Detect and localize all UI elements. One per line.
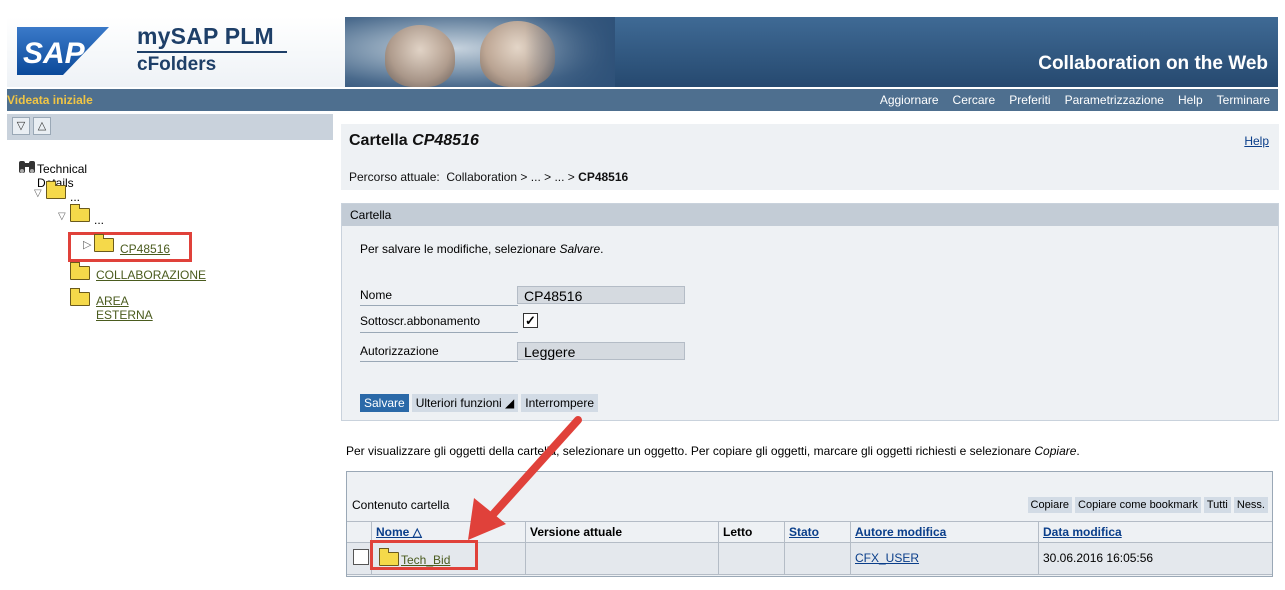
select-column-header	[347, 521, 372, 543]
info-text: Per visualizzare gli oggetti della carte…	[346, 444, 1080, 458]
row-checkbox[interactable]	[353, 549, 369, 565]
column-header-status[interactable]: Stato	[785, 521, 851, 543]
row-read-cell	[719, 543, 785, 575]
product-name: mySAP PLM	[137, 23, 274, 49]
folder-open-icon	[94, 234, 114, 252]
binoculars-icon	[19, 161, 35, 173]
nav-refresh[interactable]: Aggiornare	[880, 93, 939, 107]
table-caption: Contenuto cartella	[352, 498, 450, 512]
info-text-suffix: .	[1076, 444, 1080, 458]
column-header-author[interactable]: Autore modifica	[851, 521, 1039, 543]
breadcrumb-label: Percorso attuale:	[349, 170, 440, 184]
select-all-button[interactable]: Tutti	[1203, 497, 1231, 513]
tagline: Collaboration on the Web	[1038, 53, 1268, 74]
divider	[360, 305, 518, 306]
top-navigation: Aggiornare Cercare Preferiti Parametrizz…	[866, 93, 1270, 107]
name-field[interactable]: CP48516	[517, 286, 685, 304]
authorization-label: Autorizzazione	[360, 344, 439, 358]
sap-logo: SAP	[17, 27, 109, 75]
tree-item-selected[interactable]: CP48516	[120, 242, 170, 256]
hint-text: Per salvare le modifiche, selezionare	[360, 242, 557, 256]
row-status-cell	[785, 543, 851, 575]
row-date-cell: 30.06.2016 16:05:56	[1039, 543, 1272, 575]
row-version-cell	[526, 543, 719, 575]
copy-button[interactable]: Copiare	[1027, 497, 1073, 513]
expand-all-icon[interactable]: ▽	[12, 117, 30, 135]
breadcrumb: Percorso attuale: Collaboration > ... > …	[349, 170, 628, 184]
breadcrumb-current: CP48516	[578, 170, 629, 184]
copy-as-bookmark-button[interactable]: Copiare come bookmark	[1075, 497, 1201, 513]
authorization-field[interactable]: Leggere	[517, 342, 685, 360]
row-author-cell: CFX_USER	[851, 543, 1039, 575]
folder-icon	[70, 262, 90, 280]
row-author-link[interactable]: CFX_USER	[855, 551, 919, 565]
hint-action: Salvare	[559, 242, 601, 256]
brand-divider	[137, 51, 287, 53]
column-header-version: Versione attuale	[526, 521, 719, 543]
name-label: Nome	[360, 288, 393, 302]
form-section-title: Cartella	[342, 204, 1278, 226]
home-link[interactable]: Videata iniziale	[7, 93, 93, 107]
highlight-box	[370, 540, 478, 570]
table-actions: Copiare Copiare come bookmark Tutti Ness…	[1027, 497, 1268, 513]
folder-form: Cartella Per salvare le modifiche, selez…	[341, 203, 1279, 421]
collapse-triangle-icon[interactable]: ▽	[34, 188, 42, 199]
nav-help[interactable]: Help	[1178, 93, 1203, 107]
collapse-all-icon[interactable]: △	[33, 117, 51, 135]
subscription-checkbox[interactable]: ✓	[523, 313, 538, 328]
expand-triangle-icon[interactable]: ▷	[83, 238, 91, 251]
column-header-read: Letto	[719, 521, 785, 543]
form-hint: Per salvare le modifiche, selezionare Sa…	[360, 242, 603, 256]
page-title-prefix: Cartella	[349, 132, 408, 149]
page-title-name: CP48516	[412, 132, 479, 149]
app-banner: SAP mySAP PLM cFolders Collaboration on …	[7, 17, 1278, 87]
cancel-button[interactable]: Interrompere	[521, 394, 598, 412]
folder-icon	[70, 288, 90, 306]
column-header-date[interactable]: Data modifica	[1039, 521, 1272, 543]
nav-settings[interactable]: Parametrizzazione	[1065, 93, 1164, 107]
hint-suffix: .	[600, 242, 604, 256]
brand-area: SAP mySAP PLM cFolders	[7, 17, 345, 87]
collapse-triangle-icon[interactable]: ▽	[58, 211, 66, 222]
folder-icon	[70, 204, 90, 222]
folder-icon	[46, 181, 66, 199]
divider	[360, 361, 518, 362]
subscription-label: Sottoscr.abbonamento	[360, 314, 481, 328]
info-text-action: Copiare	[1034, 444, 1077, 458]
tree-item-area-esterna[interactable]: AREA ESTERNA	[96, 294, 153, 322]
save-button[interactable]: Salvare	[360, 394, 409, 412]
breadcrumb-path[interactable]: Collaboration > ... > ... >	[446, 170, 574, 184]
column-date-label[interactable]: Data modifica	[1043, 525, 1122, 539]
nav-search[interactable]: Cercare	[953, 93, 996, 107]
page-header: Cartella CP48516 Help Percorso attuale: …	[341, 124, 1279, 190]
page-title: Cartella CP48516	[349, 132, 479, 150]
form-actions: Salvare Ulteriori funzioni ◢ Interromper…	[360, 394, 598, 412]
tree-item-collaborazione[interactable]: COLLABORAZIONE	[96, 268, 206, 282]
column-author-label[interactable]: Autore modifica	[855, 525, 946, 539]
svg-text:SAP: SAP	[23, 37, 86, 70]
column-status-label[interactable]: Stato	[789, 525, 819, 539]
nav-logout[interactable]: Terminare	[1217, 93, 1270, 107]
deselect-all-button[interactable]: Ness.	[1233, 497, 1268, 513]
more-functions-button[interactable]: Ulteriori funzioni ◢	[411, 394, 519, 412]
column-name-label[interactable]: Nome △	[376, 525, 422, 539]
nav-favorites[interactable]: Preferiti	[1009, 93, 1050, 107]
help-link[interactable]: Help	[1244, 134, 1269, 148]
tree-toolbar: ▽ △	[7, 114, 333, 140]
product-module: cFolders	[137, 54, 217, 75]
tree-item-ellipsis[interactable]: ...	[94, 213, 104, 227]
info-text-body: Per visualizzare gli oggetti della carte…	[346, 444, 1032, 458]
header-photo	[345, 17, 615, 87]
menu-bar: Videata iniziale Aggiornare Cercare Pref…	[7, 89, 1278, 111]
divider	[360, 332, 518, 333]
tree-item-ellipsis[interactable]: ...	[70, 190, 80, 204]
folder-contents-table: Contenuto cartella Copiare Copiare come …	[346, 471, 1273, 577]
